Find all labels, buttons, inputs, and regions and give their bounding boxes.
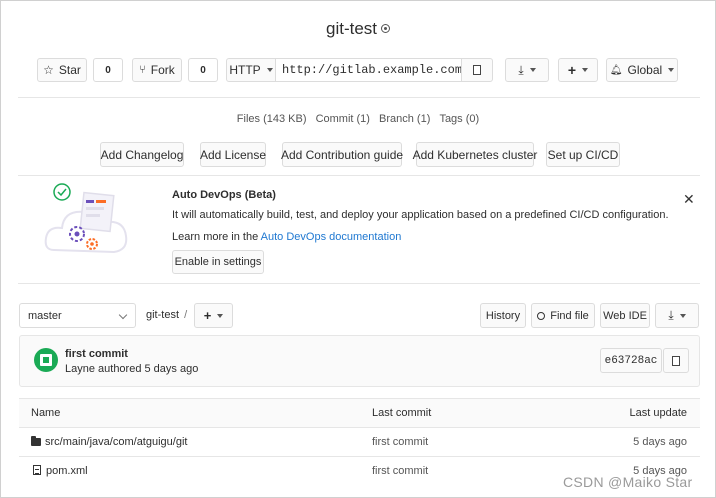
set-up-cicd-button[interactable]: Set up CI/CD xyxy=(546,142,620,167)
history-button[interactable]: History xyxy=(480,303,526,328)
copy-icon xyxy=(669,353,680,366)
notification-dropdown[interactable]: 🔔︎ Global xyxy=(606,58,678,82)
commit-sha-button[interactable]: e63728ac xyxy=(600,348,662,373)
chevron-down-icon xyxy=(679,313,686,318)
breadcrumb: git-test / xyxy=(146,309,187,321)
clone-url-input[interactable]: http://gitlab.example.com/roo xyxy=(276,58,461,82)
download-dropdown[interactable]: ⤓ xyxy=(655,303,699,328)
folder-icon xyxy=(31,436,41,446)
bell-icon: 🔔︎ xyxy=(609,64,623,76)
branches-stat[interactable]: Branch (1) xyxy=(379,113,430,125)
fork-label: Fork xyxy=(150,63,175,77)
file-name[interactable]: src/main/java/com/atguigu/git xyxy=(45,436,187,448)
commit-title[interactable]: first commit xyxy=(65,348,128,360)
download-dropdown[interactable]: ⤓ xyxy=(505,58,549,82)
table-row[interactable]: pom.xml xyxy=(33,465,88,477)
divider xyxy=(18,283,700,284)
star-count[interactable]: 0 xyxy=(93,58,123,82)
chevron-down-icon xyxy=(217,313,224,318)
star-icon: ☆ xyxy=(43,63,54,77)
web-ide-button[interactable]: Web IDE xyxy=(600,303,650,328)
divider xyxy=(18,175,700,176)
file-icon xyxy=(33,465,41,475)
plus-icon: + xyxy=(203,308,212,323)
branch-selector[interactable]: master xyxy=(19,303,136,328)
find-file-button[interactable]: Find file xyxy=(531,303,595,328)
devops-docs-link[interactable]: Auto DevOps documentation xyxy=(261,231,402,243)
protocol-label: HTTP xyxy=(229,63,261,77)
add-contribution-guide-button[interactable]: Add Contribution guide xyxy=(281,142,403,167)
commit-meta: Layne authored 5 days ago xyxy=(65,363,199,375)
download-icon: ⤓ xyxy=(518,62,524,77)
devops-illustration xyxy=(44,183,128,254)
row-divider xyxy=(19,456,700,457)
star-label: Star xyxy=(58,63,81,77)
new-item-dropdown[interactable]: + xyxy=(558,58,598,82)
divider xyxy=(18,97,700,98)
protocol-dropdown[interactable]: HTTP xyxy=(226,58,276,82)
column-header-last-commit: Last commit xyxy=(372,407,432,419)
search-icon xyxy=(537,311,546,320)
file-name[interactable]: pom.xml xyxy=(46,465,88,477)
chevron-down-icon xyxy=(668,68,675,72)
project-title: git-test xyxy=(325,19,378,38)
add-license-button[interactable]: Add License xyxy=(200,142,266,167)
column-header-last-update: Last update xyxy=(629,407,688,419)
fork-button[interactable]: ⑂ Fork xyxy=(132,58,182,82)
branch-name: master xyxy=(28,309,62,322)
chevron-down-icon xyxy=(118,310,128,320)
devops-title: Auto DevOps (Beta) xyxy=(172,189,276,201)
copy-url-button[interactable] xyxy=(461,58,493,82)
add-changelog-button[interactable]: Add Changelog xyxy=(100,142,184,167)
plus-icon: + xyxy=(567,62,577,78)
download-icon: ⤓ xyxy=(668,308,674,322)
commits-stat[interactable]: Commit (1) xyxy=(316,113,370,125)
enable-in-settings-button[interactable]: Enable in settings xyxy=(172,250,264,274)
repo-stats: Files (143 KB) Commit (1) Branch (1) Tag… xyxy=(0,113,716,125)
find-file-label: Find file xyxy=(550,309,589,322)
learn-more-text: Learn more in the xyxy=(172,231,261,243)
column-header-name: Name xyxy=(31,407,61,419)
add-kubernetes-cluster-button[interactable]: Add Kubernetes cluster xyxy=(413,142,537,167)
last-commit-panel: first commit Layne authored 5 days ago e… xyxy=(19,335,700,387)
star-button[interactable]: ☆ Star xyxy=(37,58,87,82)
project-title-row: git-test xyxy=(0,19,716,39)
watermark: CSDN @Maiko Star xyxy=(563,474,693,490)
close-icon[interactable]: ✕ xyxy=(683,191,695,208)
chevron-down-icon xyxy=(582,68,589,72)
devops-learn-more: Learn more in the Auto DevOps documentat… xyxy=(172,231,401,243)
copy-sha-button[interactable] xyxy=(663,348,689,373)
table-row[interactable]: src/main/java/com/atguigu/git xyxy=(31,436,187,448)
copy-icon xyxy=(470,63,481,75)
fork-count[interactable]: 0 xyxy=(188,58,218,82)
avatar[interactable] xyxy=(34,348,58,372)
breadcrumb-project[interactable]: git-test xyxy=(146,309,179,321)
tags-stat[interactable]: Tags (0) xyxy=(439,113,479,125)
fork-icon: ⑂ xyxy=(139,64,146,76)
row-commit[interactable]: first commit xyxy=(372,465,428,477)
globe-icon xyxy=(381,24,391,33)
row-commit[interactable]: first commit xyxy=(372,436,428,448)
row-updated: 5 days ago xyxy=(633,436,687,448)
files-stat[interactable]: Files (143 KB) xyxy=(237,113,307,125)
chevron-down-icon xyxy=(529,68,536,72)
notification-label: Global xyxy=(627,63,663,77)
devops-description: It will automatically build, test, and d… xyxy=(172,209,669,221)
add-to-tree-dropdown[interactable]: + xyxy=(194,303,233,328)
breadcrumb-separator: / xyxy=(184,309,188,321)
chevron-down-icon xyxy=(266,68,273,72)
